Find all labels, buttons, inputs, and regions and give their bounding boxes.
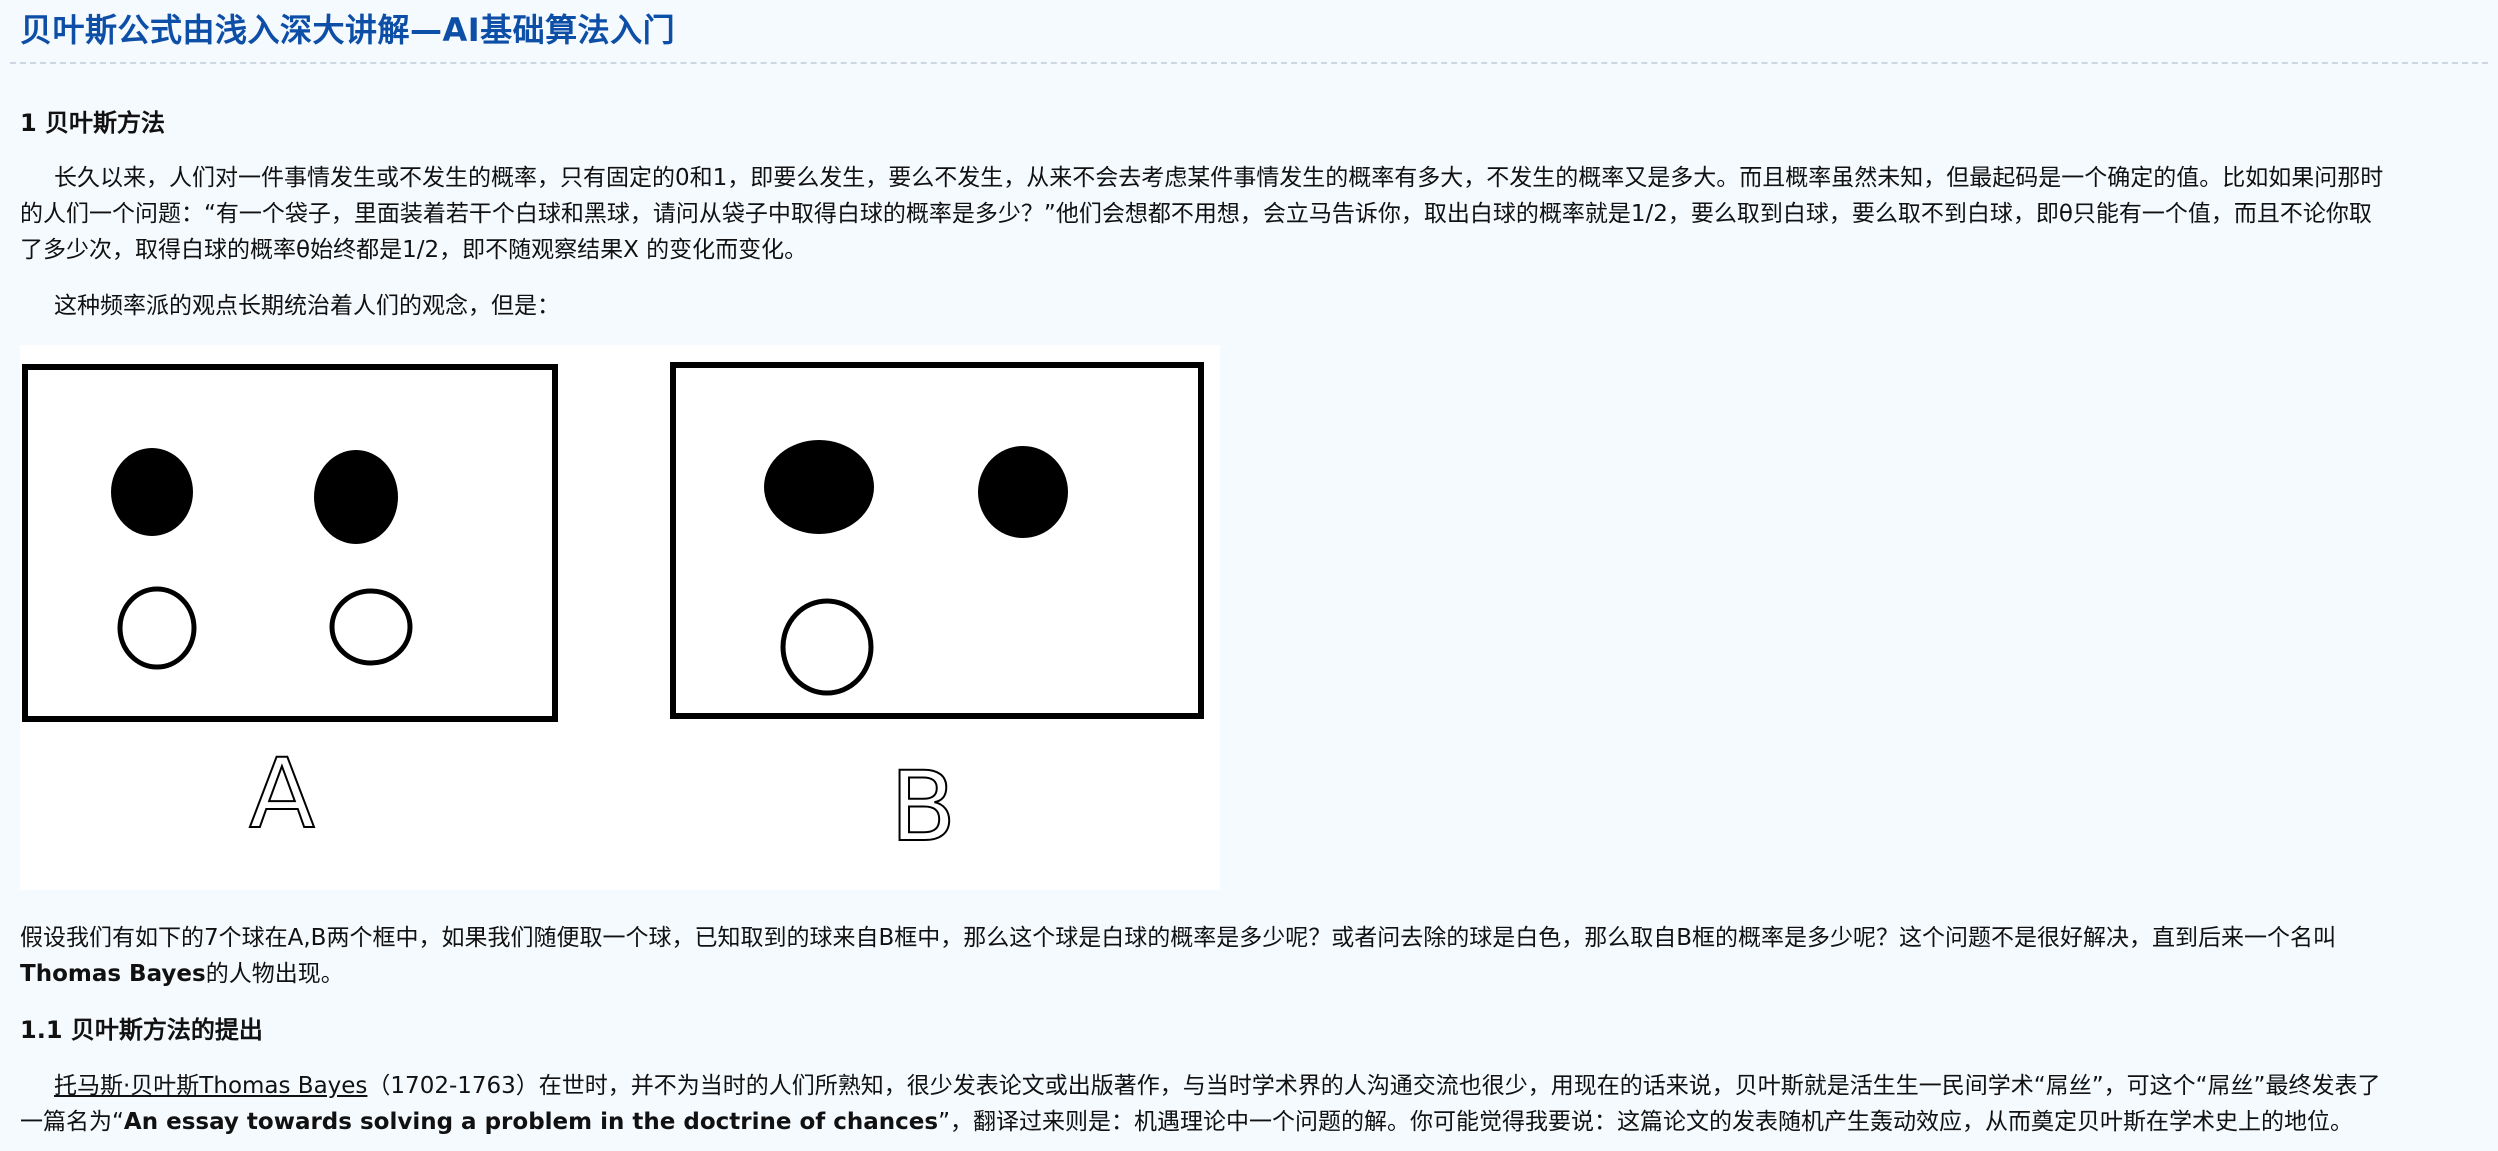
paragraph-intro-line-3: 了多少次，取得白球的概率θ始终都是1/2，即不随观察结果X 的变化而变化。 — [20, 237, 808, 263]
box-a-black-ball-2 — [314, 450, 398, 544]
box-a-label: A — [249, 738, 315, 850]
boxes-figure-svg: A B — [22, 362, 1204, 864]
paragraph-bayes-history-line-1: 托马斯·贝叶斯Thomas Bayes（1702-1763）在世时，并不为当时的… — [20, 1068, 2480, 1104]
box-b-black-ball-1 — [764, 440, 874, 534]
paragraph-bayes-history-line-2: 一篇名为“An essay towards solving a problem … — [20, 1104, 2480, 1140]
thomas-bayes-link[interactable]: 托马斯·贝叶斯Thomas Bayes — [54, 1073, 367, 1099]
paragraph-intro: 长久以来，人们对一件事情发生或不发生的概率，只有固定的0和1，即要么发生，要么不… — [20, 160, 2480, 268]
title-divider — [10, 62, 2488, 64]
paragraph-bayes-history-line-1-rest: （1702-1763）在世时，并不为当时的人们所熟知，很少发表论文或出版著作，与… — [367, 1073, 2381, 1099]
paragraph-question: 假设我们有如下的7个球在A,B两个框中，如果我们随便取一个球，已知取到的球来自B… — [20, 920, 2480, 992]
box-b-label: B — [890, 751, 956, 863]
bold-name-bayes: Thomas Bayes — [20, 961, 206, 987]
article-title[interactable]: 贝叶斯公式由浅入深大讲解—AI基础算法入门 — [20, 8, 675, 52]
paragraph-question-line-1: 假设我们有如下的7个球在A,B两个框中，如果我们随便取一个球，已知取到的球来自B… — [20, 925, 2337, 951]
boxes-figure: A B — [20, 345, 1220, 890]
box-b-white-ball-1 — [780, 598, 874, 696]
box-b — [670, 362, 1204, 719]
section-heading-1: 1 贝叶斯方法 — [20, 109, 166, 137]
paragraph-question-line-2: Thomas Bayes的人物出现。 — [20, 956, 2480, 992]
paragraph-question-line-2-rest: 的人物出现。 — [205, 961, 344, 987]
box-a-white-ball-1 — [117, 586, 197, 670]
essay-title: An essay towards solving a problem in th… — [123, 1109, 939, 1135]
box-a-white-ball-2 — [329, 588, 413, 666]
paragraph-bayes-history-line-2-pre: 一篇名为“ — [20, 1109, 124, 1135]
box-a-black-ball-1 — [111, 448, 193, 536]
paragraph-bayes-history-line-2-rest: ”，翻译过来则是：机遇理论中一个问题的解。你可能觉得我要说：这篇论文的发表随机产… — [938, 1109, 2354, 1135]
section-heading-1-1: 1.1 贝叶斯方法的提出 — [20, 1016, 263, 1044]
paragraph-intro-line-1: 长久以来，人们对一件事情发生或不发生的概率，只有固定的0和1，即要么发生，要么不… — [54, 165, 2384, 191]
paragraph-bayes-history: 托马斯·贝叶斯Thomas Bayes（1702-1763）在世时，并不为当时的… — [20, 1068, 2480, 1140]
paragraph-intro-line-2: 的人们一个问题：“有一个袋子，里面装着若干个白球和黑球，请问从袋子中取得白球的概… — [20, 201, 2372, 227]
box-a — [22, 364, 558, 722]
box-b-black-ball-2 — [978, 446, 1068, 538]
paragraph-frequentist: 这种频率派的观点长期统治着人们的观念，但是： — [54, 293, 560, 319]
